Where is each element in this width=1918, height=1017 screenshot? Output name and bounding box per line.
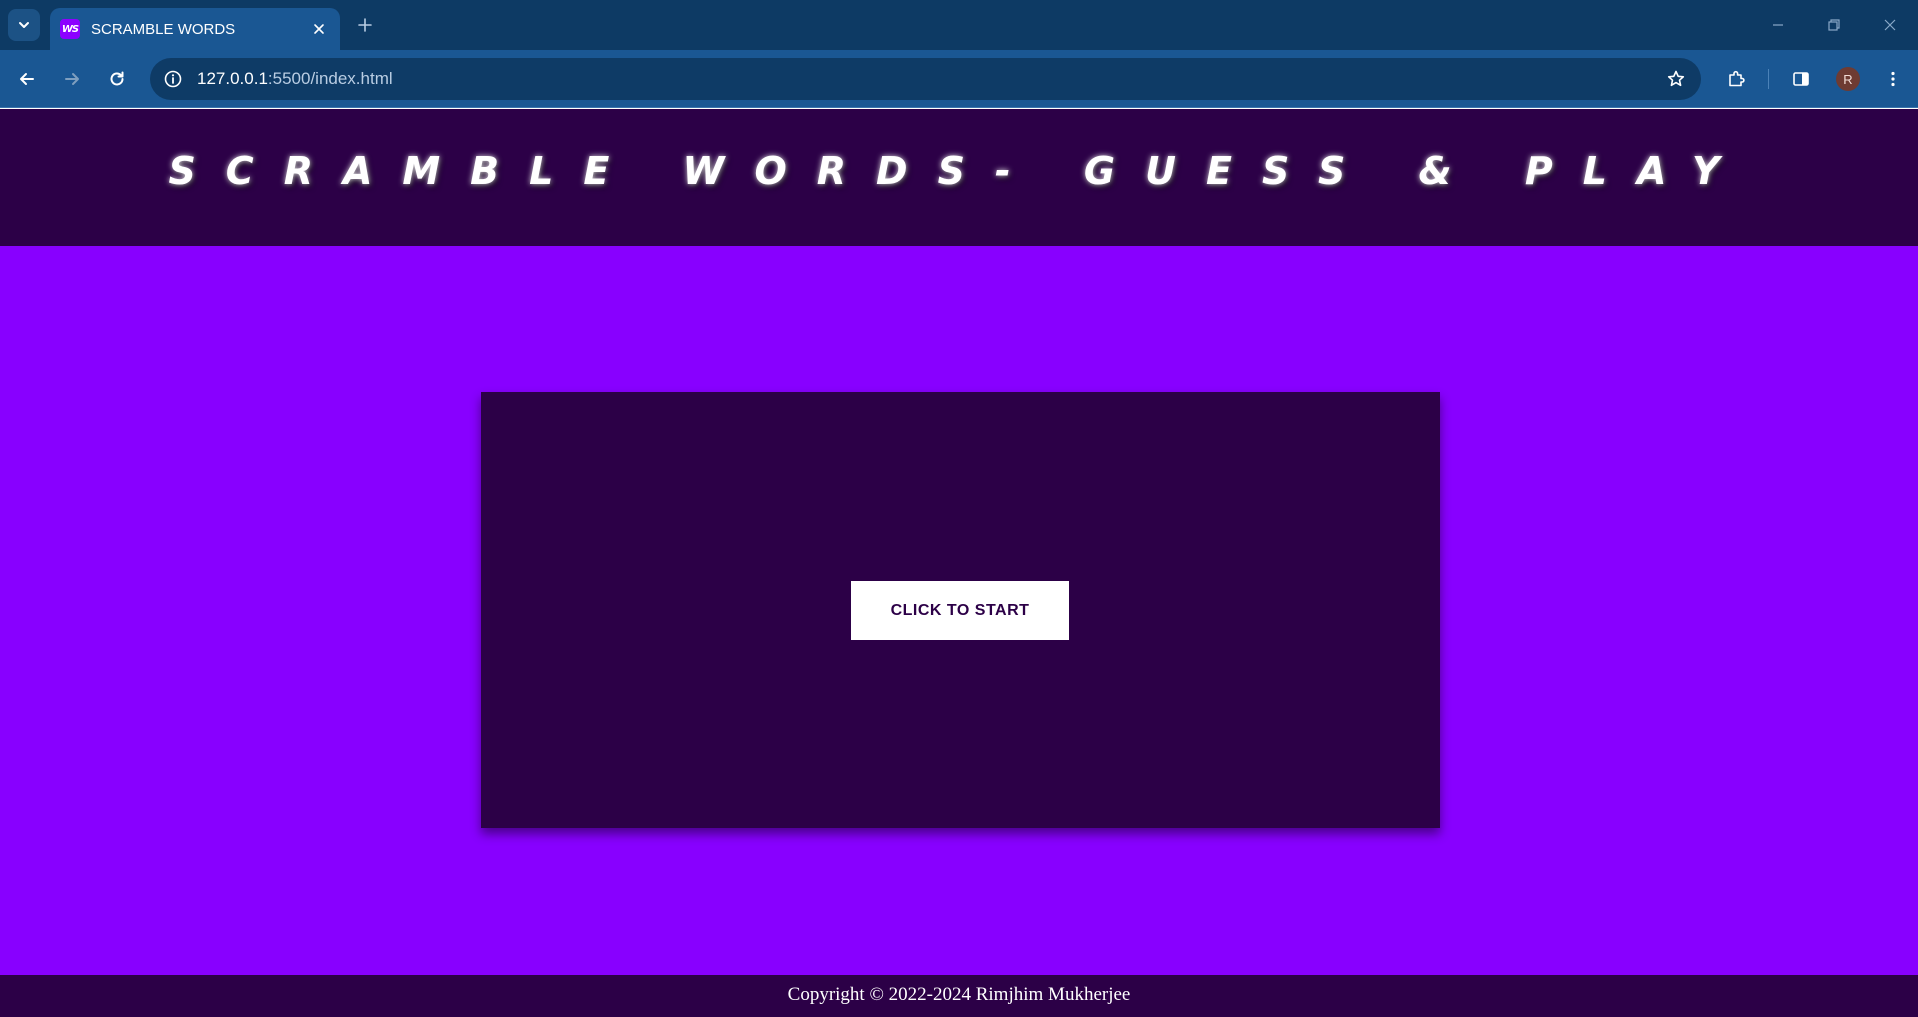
game-container: CLICK TO START (481, 392, 1440, 828)
close-window-button[interactable] (1870, 8, 1910, 42)
page-title: SCRAMBLE WORDS- GUESS & PLAY (168, 149, 1750, 193)
tab-search-button[interactable] (8, 9, 40, 41)
puzzle-icon (1729, 70, 1745, 87)
extensions-button[interactable] (1719, 62, 1753, 96)
url-text: 127.0.0.1:5500/index.html (197, 69, 393, 89)
plus-icon (358, 18, 372, 32)
browser-toolbar: 127.0.0.1:5500/index.html R (0, 50, 1918, 108)
site-info-button[interactable] (160, 66, 186, 92)
url-path: :5500/index.html (267, 69, 393, 88)
forward-button[interactable] (55, 62, 89, 96)
tab-close-button[interactable] (308, 18, 330, 40)
site-footer: Copyright © 2022-2024 Rimjhim Mukherjee (0, 975, 1918, 1017)
star-icon (1667, 70, 1685, 87)
arrow-left-icon (20, 73, 34, 85)
page-body: SCRAMBLE WORDS- GUESS & PLAY CLICK TO ST… (0, 109, 1918, 1017)
chevron-down-icon (19, 22, 29, 28)
arrow-right-icon (65, 73, 79, 85)
profile-button[interactable]: R (1831, 62, 1865, 96)
copyright-text: Copyright © 2022-2024 Rimjhim Mukherjee (787, 984, 1131, 1005)
back-button[interactable] (10, 62, 44, 96)
kebab-menu-icon (1891, 71, 1895, 87)
close-icon (1884, 19, 1896, 31)
tab-title: SCRAMBLE WORDS (91, 20, 236, 38)
browser-tab-strip: WS SCRAMBLE WORDS (0, 0, 1918, 50)
browser-tab-active[interactable]: WS SCRAMBLE WORDS (50, 8, 340, 50)
reload-icon (110, 71, 124, 86)
url-host: 127.0.0.1 (197, 69, 268, 88)
site-header: SCRAMBLE WORDS- GUESS & PLAY (0, 109, 1918, 246)
minimize-icon (1773, 24, 1783, 26)
toolbar-divider (1768, 69, 1769, 89)
start-game-button[interactable]: CLICK TO START (851, 581, 1069, 640)
minimize-button[interactable] (1758, 8, 1798, 42)
browser-menu-button[interactable] (1876, 62, 1910, 96)
restore-icon (1828, 19, 1840, 31)
info-icon (164, 70, 182, 88)
site-favicon: WS (60, 19, 80, 39)
side-panel-icon (1793, 72, 1809, 86)
side-panel-button[interactable] (1784, 62, 1818, 96)
bookmark-button[interactable] (1663, 66, 1689, 92)
address-bar[interactable]: 127.0.0.1:5500/index.html (150, 58, 1701, 100)
reload-button[interactable] (100, 62, 134, 96)
avatar: R (1836, 67, 1860, 91)
close-icon (314, 24, 324, 34)
new-tab-button[interactable] (352, 12, 378, 38)
restore-button[interactable] (1814, 8, 1854, 42)
